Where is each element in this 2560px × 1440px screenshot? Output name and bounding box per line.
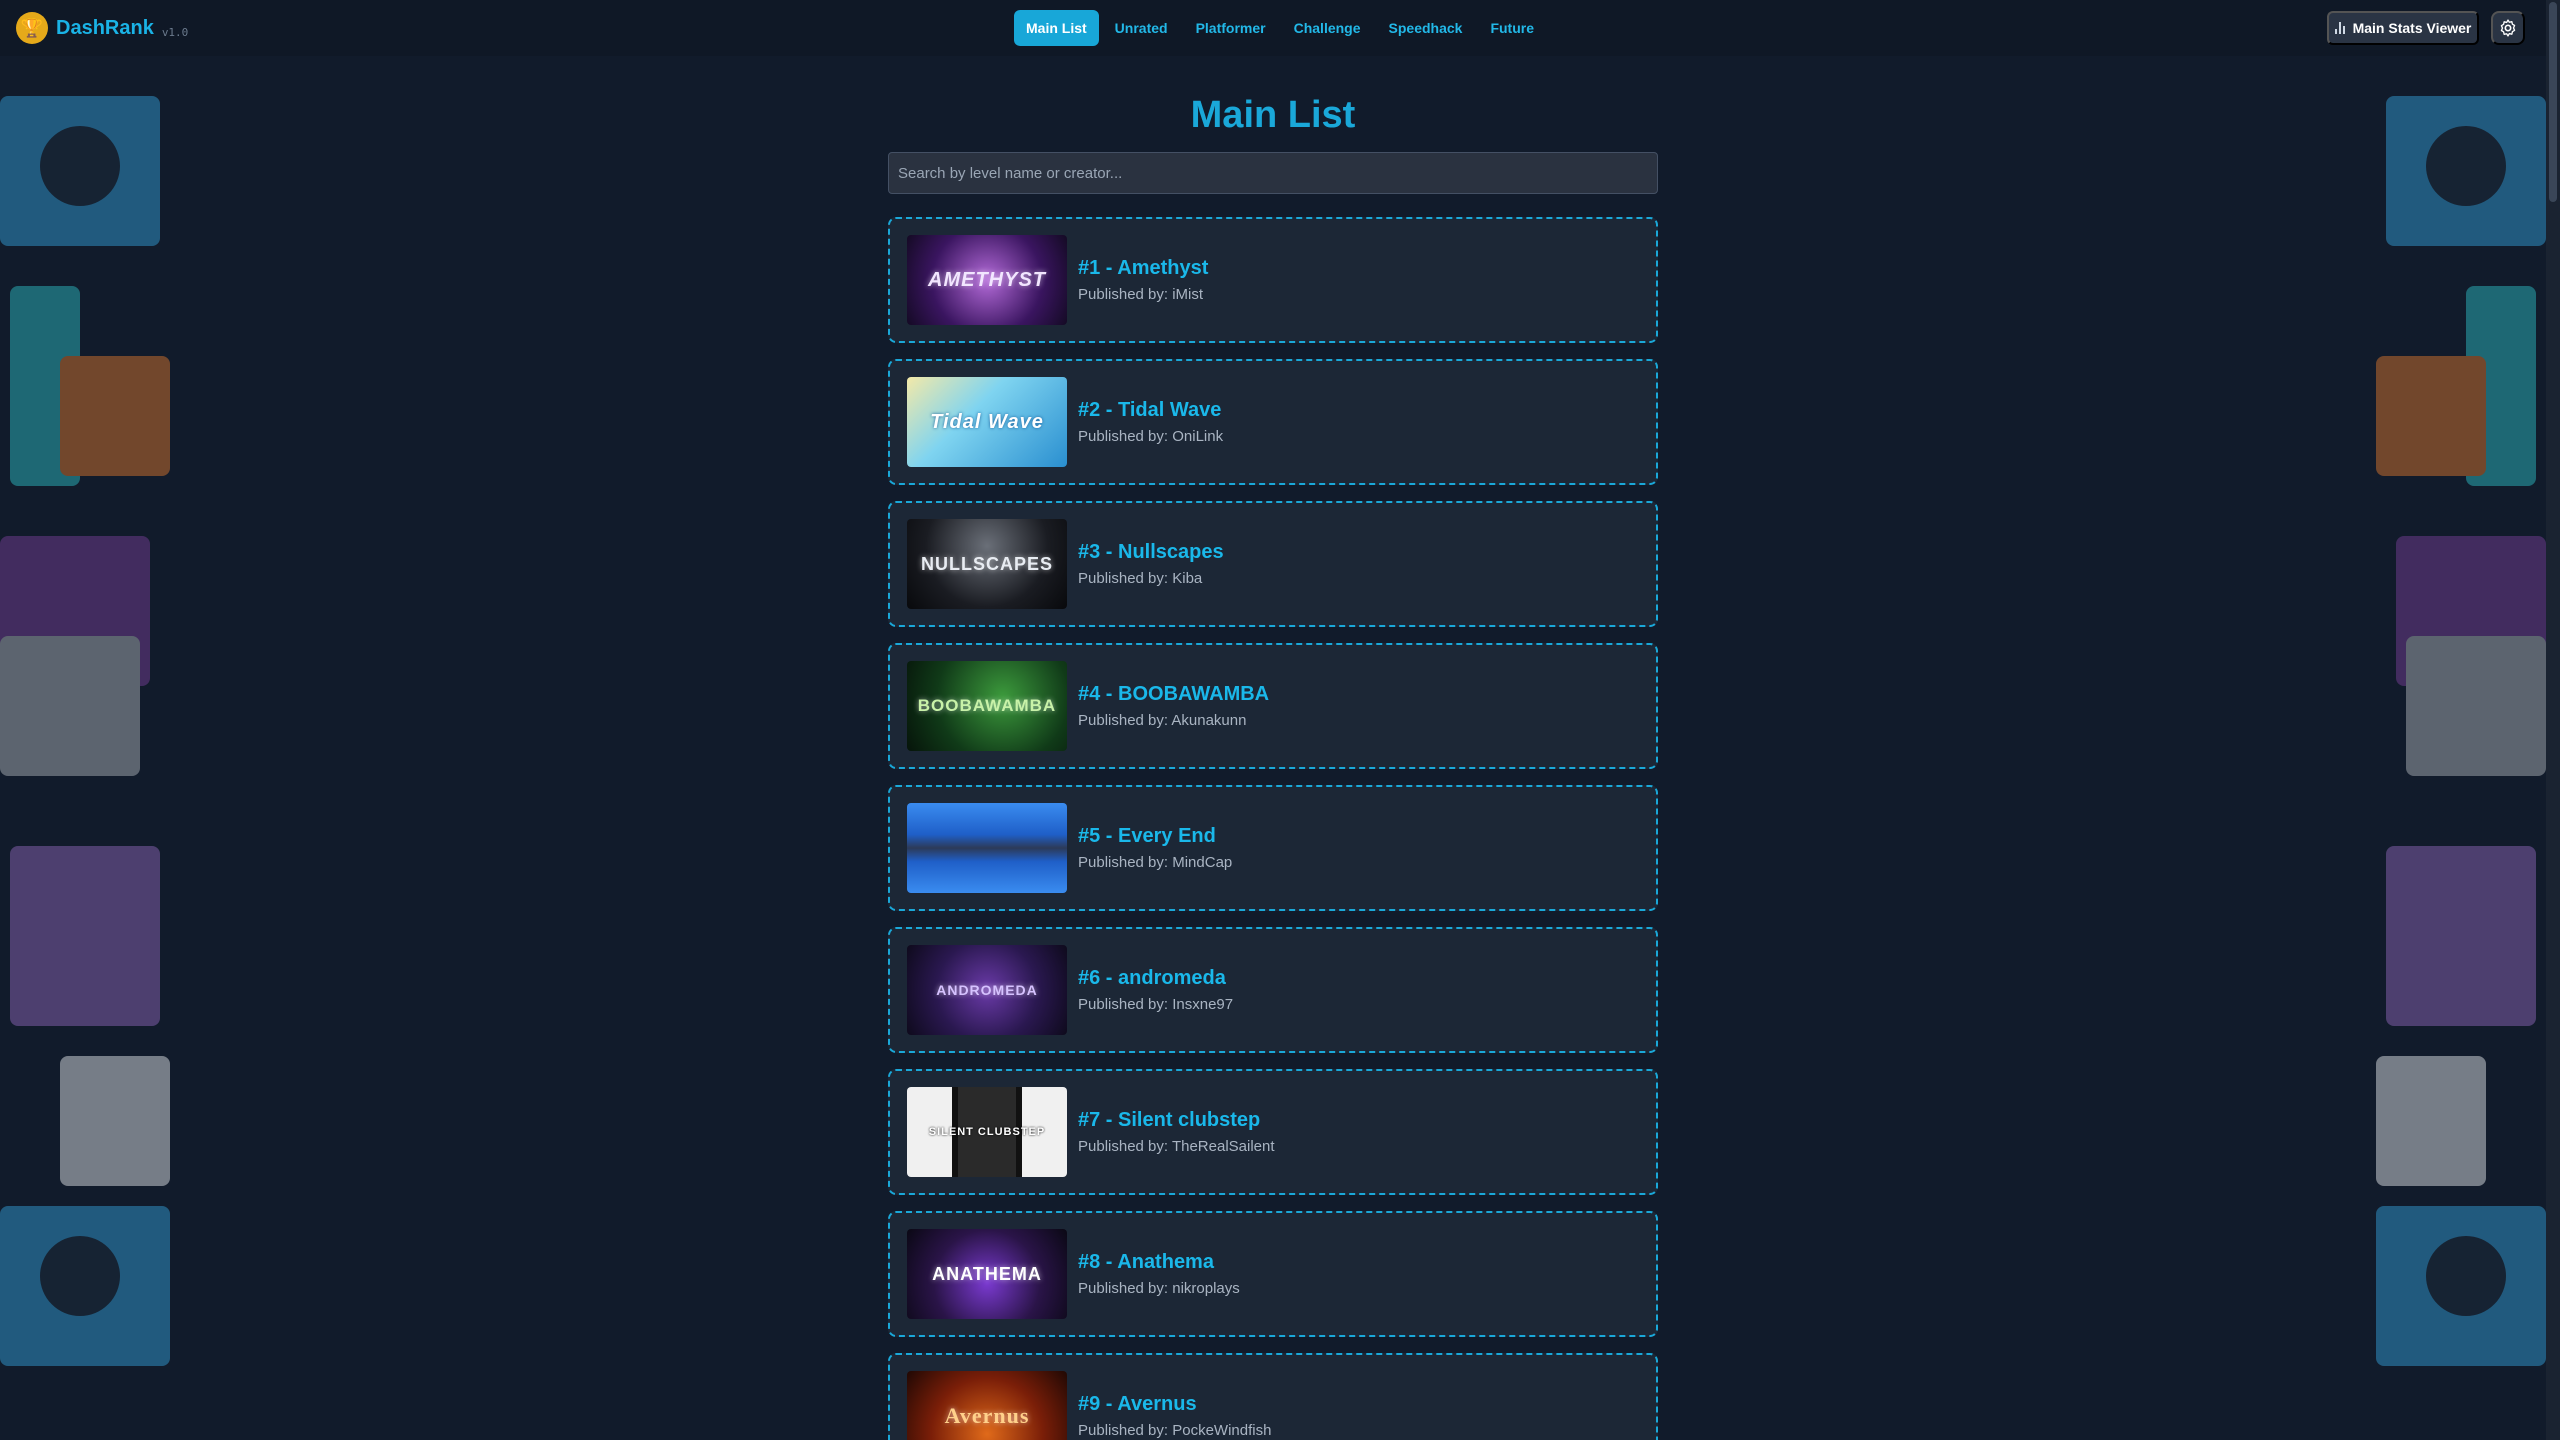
gear-icon xyxy=(2500,19,2516,37)
left-decorative-art xyxy=(0,56,180,1440)
level-thumbnail: NULLSCAPES xyxy=(907,519,1067,609)
page-title: Main List xyxy=(1190,94,1356,136)
level-publisher: Published by: PockeWindfish xyxy=(1078,1422,1272,1439)
stats-button-label: Main Stats Viewer xyxy=(2352,20,2472,36)
level-title: #8 - Anathema xyxy=(1078,1251,1214,1273)
level-thumbnail: Tidal Wave xyxy=(907,377,1067,467)
level-card[interactable]: AMETHYST #1 - Amethyst Published by: iMi… xyxy=(888,217,1658,343)
nav-speedhack[interactable]: Speedhack xyxy=(1377,10,1475,46)
level-title: #6 - andromeda xyxy=(1078,967,1226,989)
scrollbar-thumb[interactable] xyxy=(2549,2,2557,202)
level-thumbnail xyxy=(907,803,1067,893)
level-publisher: Published by: Akunakunn xyxy=(1078,712,1247,729)
level-thumbnail: ANATHEMA xyxy=(907,1229,1067,1319)
level-card[interactable]: Tidal Wave #2 - Tidal Wave Published by:… xyxy=(888,359,1658,485)
app-version: v1.0 xyxy=(161,25,189,39)
level-search-input[interactable] xyxy=(888,152,1658,194)
level-publisher: Published by: MindCap xyxy=(1078,854,1233,871)
page-scrollbar[interactable] xyxy=(2546,0,2560,1440)
level-card[interactable]: ANDROMEDA #6 - andromeda Published by: I… xyxy=(888,927,1658,1053)
level-thumbnail: AMETHYST xyxy=(907,235,1067,325)
app-name: DashRank xyxy=(56,16,154,39)
bar-chart-icon xyxy=(2334,22,2345,34)
nav-challenge[interactable]: Challenge xyxy=(1282,10,1373,46)
level-title: #3 - Nullscapes xyxy=(1078,541,1224,563)
level-publisher: Published by: Insxne97 xyxy=(1078,996,1234,1013)
level-title: #5 - Every End xyxy=(1078,825,1216,847)
level-title: #4 - BOOBAWAMBA xyxy=(1078,683,1270,705)
right-decorative-art xyxy=(2366,56,2546,1440)
level-publisher: Published by: Kiba xyxy=(1078,570,1203,587)
level-title: #7 - Silent clubstep xyxy=(1078,1109,1261,1131)
level-card[interactable]: #5 - Every End Published by: MindCap xyxy=(888,785,1658,911)
main-nav: Main List Unrated Platformer Challenge S… xyxy=(1014,10,1546,46)
level-thumbnail: BOOBAWAMBA xyxy=(907,661,1067,751)
nav-platformer[interactable]: Platformer xyxy=(1184,10,1278,46)
trophy-icon: 🏆 xyxy=(16,12,48,44)
nav-main-list[interactable]: Main List xyxy=(1014,10,1099,46)
level-card[interactable]: ANATHEMA #8 - Anathema Published by: nik… xyxy=(888,1211,1658,1337)
settings-button[interactable] xyxy=(2491,11,2525,45)
level-card[interactable]: BOOBAWAMBA #4 - BOOBAWAMBA Published by:… xyxy=(888,643,1658,769)
level-title: #9 - Avernus xyxy=(1078,1393,1197,1415)
nav-future[interactable]: Future xyxy=(1478,10,1546,46)
nav-unrated[interactable]: Unrated xyxy=(1103,10,1180,46)
level-list: AMETHYST #1 - Amethyst Published by: iMi… xyxy=(888,217,1658,1440)
main-stats-viewer-button[interactable]: Main Stats Viewer xyxy=(2327,11,2479,45)
level-thumbnail: ANDROMEDA xyxy=(907,945,1067,1035)
level-publisher: Published by: OniLink xyxy=(1078,428,1224,445)
level-thumbnail: SILENT CLUBSTEP xyxy=(907,1087,1067,1177)
level-publisher: Published by: iMist xyxy=(1078,286,1204,303)
level-card[interactable]: Avernus #9 - Avernus Published by: Pocke… xyxy=(888,1353,1658,1440)
level-thumbnail: Avernus xyxy=(907,1371,1067,1440)
level-title: #2 - Tidal Wave xyxy=(1078,399,1222,421)
level-card[interactable]: SILENT CLUBSTEP #7 - Silent clubstep Pub… xyxy=(888,1069,1658,1195)
level-title: #1 - Amethyst xyxy=(1078,257,1209,279)
brand-logo-link[interactable]: 🏆 DashRank v1.0 xyxy=(16,0,188,56)
level-publisher: Published by: nikroplays xyxy=(1078,1280,1240,1297)
level-publisher: Published by: TheRealSailent xyxy=(1078,1138,1275,1155)
level-card[interactable]: NULLSCAPES #3 - Nullscapes Published by:… xyxy=(888,501,1658,627)
top-navbar: 🏆 DashRank v1.0 Main List Unrated Platfo… xyxy=(0,0,2560,56)
